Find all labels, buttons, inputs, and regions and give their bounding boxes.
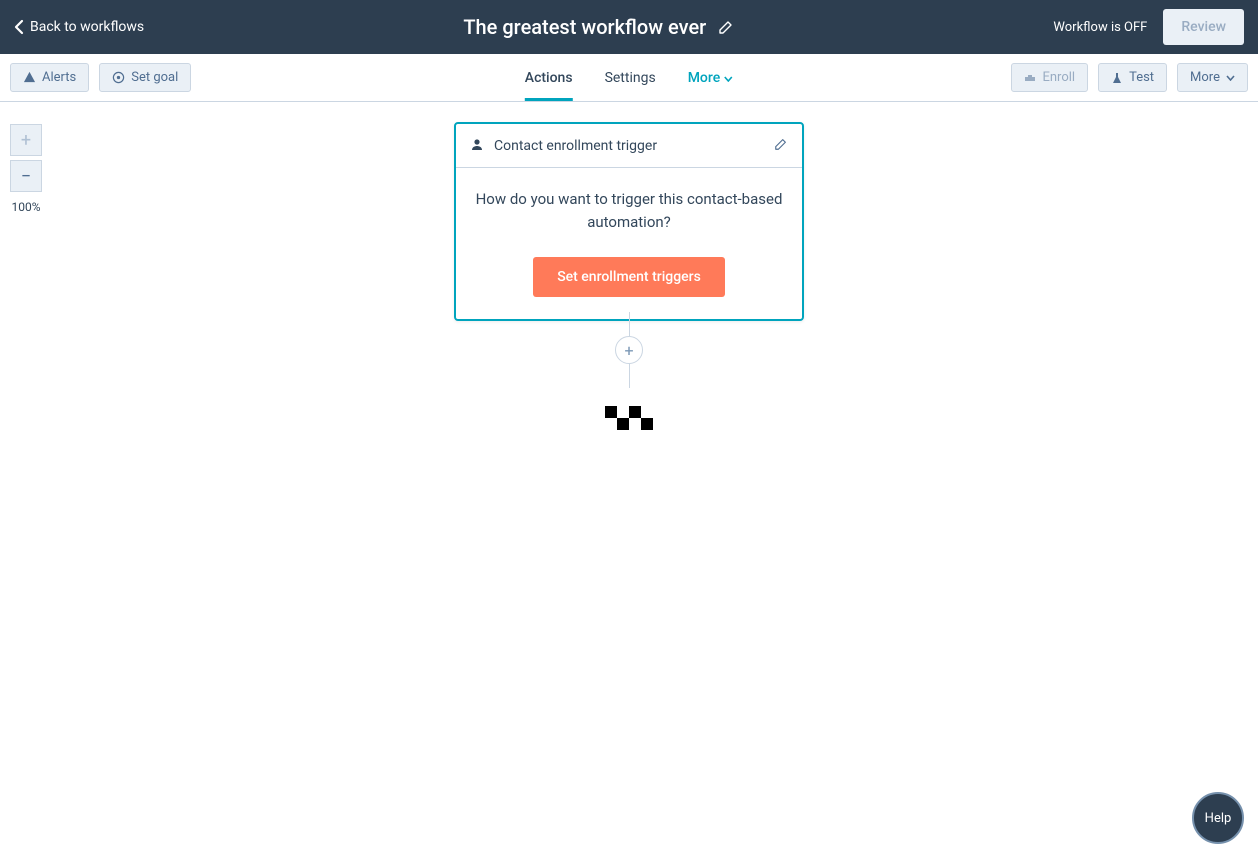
enrollment-trigger-card: Contact enrollment trigger How do you wa…	[454, 122, 804, 321]
tab-actions[interactable]: Actions	[525, 54, 573, 101]
enroll-button[interactable]: Enroll	[1011, 63, 1088, 92]
sub-toolbar: Alerts Set goal Actions Settings More En…	[0, 54, 1258, 102]
card-body: How do you want to trigger this contact-…	[456, 168, 802, 319]
enroll-label: Enroll	[1042, 70, 1075, 85]
add-step-button[interactable]: +	[615, 336, 643, 364]
more-label: More	[1190, 70, 1220, 85]
enroll-icon	[1024, 72, 1036, 84]
set-goal-button[interactable]: Set goal	[99, 63, 191, 92]
zoom-out-button[interactable]: −	[10, 160, 42, 192]
tab-more-label: More	[688, 70, 721, 86]
zoom-percent: 100%	[11, 200, 40, 214]
card-question: How do you want to trigger this contact-…	[474, 188, 784, 235]
pencil-icon[interactable]	[718, 19, 734, 35]
help-button[interactable]: Help	[1192, 792, 1244, 844]
connector-line	[629, 312, 630, 336]
card-title: Contact enrollment trigger	[494, 138, 657, 154]
test-label: Test	[1129, 70, 1154, 85]
test-button[interactable]: Test	[1098, 63, 1167, 92]
header-right: Workflow is OFF Review	[1053, 9, 1244, 45]
alerts-label: Alerts	[42, 70, 76, 85]
alert-icon	[23, 71, 36, 84]
top-header: Back to workflows The greatest workflow …	[0, 0, 1258, 54]
target-icon	[112, 71, 125, 84]
alerts-button[interactable]: Alerts	[10, 63, 89, 92]
tab-settings-label: Settings	[605, 70, 656, 86]
workflow-canvas[interactable]: + − 100% Contact enrollment trigger How …	[0, 102, 1258, 858]
review-button[interactable]: Review	[1163, 9, 1244, 45]
caret-down-icon	[724, 70, 733, 86]
test-icon	[1111, 72, 1123, 84]
toolbar-right: Enroll Test More	[1011, 63, 1248, 92]
title-wrap: The greatest workflow ever	[463, 15, 734, 39]
chevron-left-icon	[14, 19, 24, 35]
help-label: Help	[1205, 811, 1232, 826]
back-link-label: Back to workflows	[30, 19, 144, 35]
connector-line	[629, 364, 630, 388]
zoom-in-button[interactable]: +	[10, 124, 42, 156]
contact-icon	[470, 137, 484, 155]
workflow-status: Workflow is OFF	[1053, 20, 1147, 35]
caret-down-icon	[1226, 70, 1235, 85]
tab-actions-label: Actions	[525, 70, 573, 86]
toolbar-tabs: Actions Settings More	[525, 54, 733, 101]
toolbar-left: Alerts Set goal	[10, 63, 191, 92]
tab-more[interactable]: More	[688, 54, 734, 101]
tab-settings[interactable]: Settings	[605, 54, 656, 101]
card-header: Contact enrollment trigger	[456, 124, 802, 168]
set-goal-label: Set goal	[131, 70, 178, 85]
set-enrollment-triggers-button[interactable]: Set enrollment triggers	[533, 257, 725, 297]
connector: +	[605, 312, 653, 430]
back-link[interactable]: Back to workflows	[14, 19, 144, 35]
page-title: The greatest workflow ever	[463, 15, 706, 39]
finish-flag-icon	[605, 406, 653, 430]
zoom-controls: + − 100%	[10, 124, 42, 214]
pencil-icon[interactable]	[774, 136, 788, 155]
more-button[interactable]: More	[1177, 63, 1248, 92]
